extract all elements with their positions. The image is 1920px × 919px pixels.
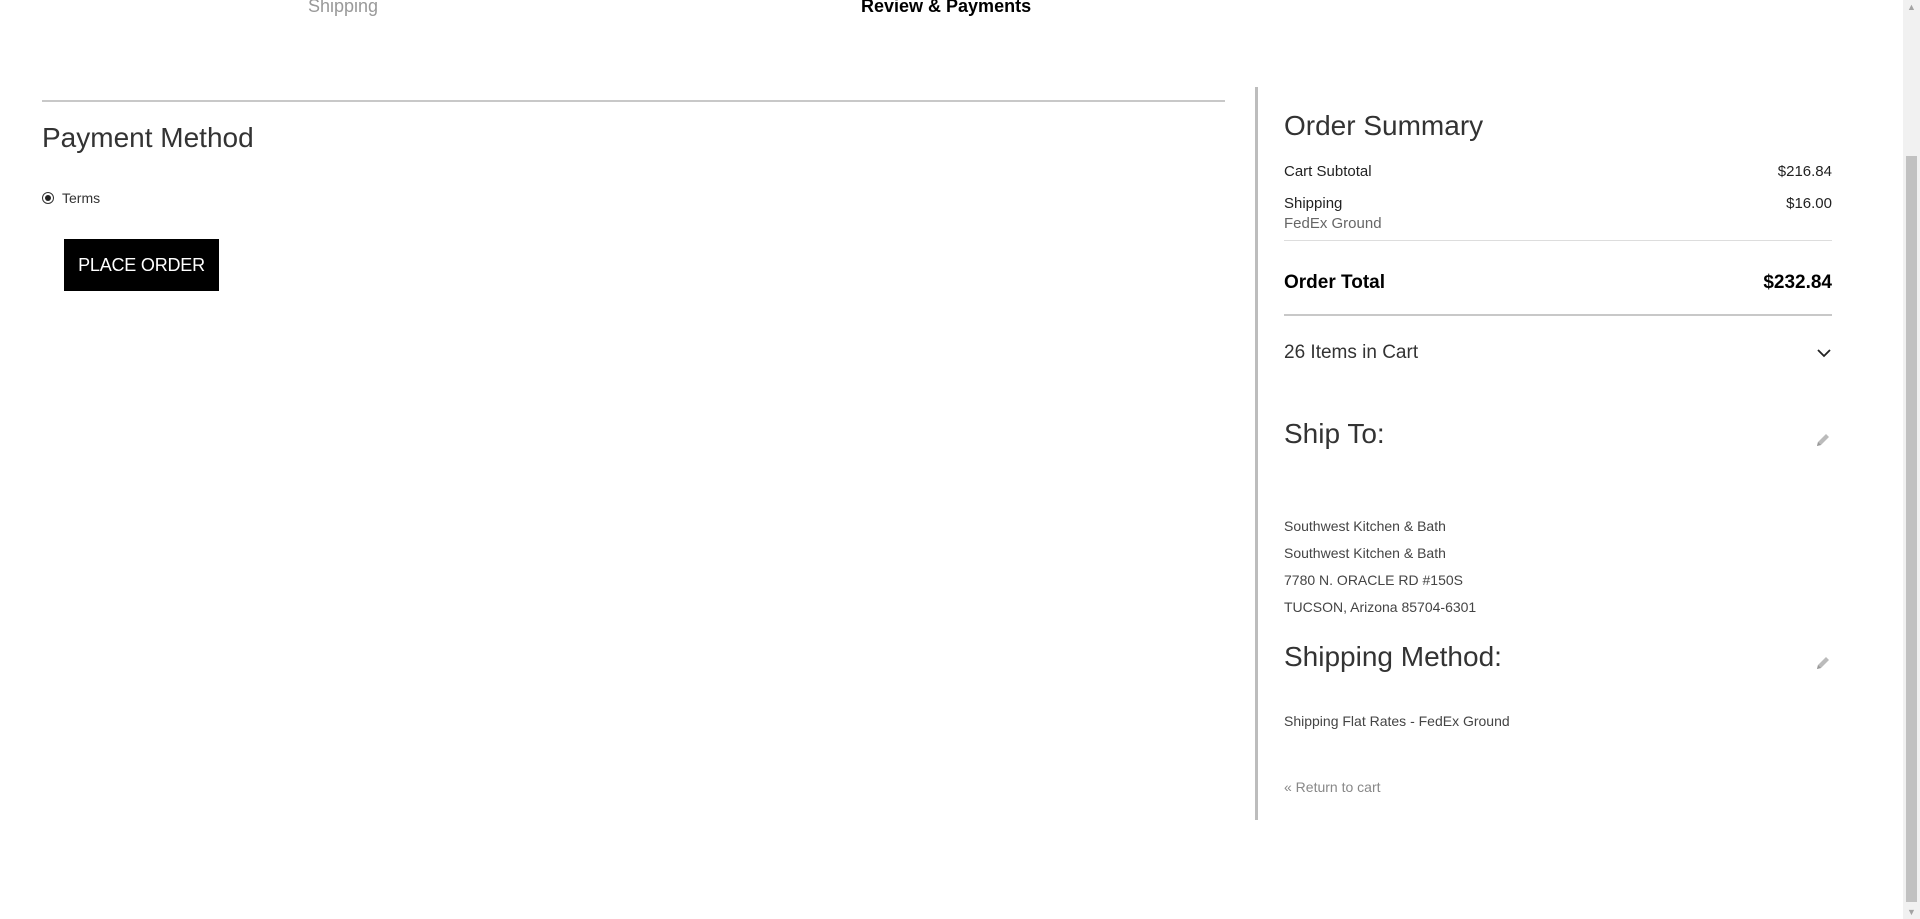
payment-divider [42,100,1225,102]
return-to-cart-link[interactable]: « Return to cart [1284,779,1381,795]
shipping-carrier: FedEx Ground [1284,215,1382,232]
address-line-3: 7780 N. ORACLE RD #150S [1284,572,1463,588]
step-shipping[interactable]: Shipping [308,0,378,17]
summary-divider [1284,240,1832,241]
scrollbar-thumb[interactable] [1906,156,1917,902]
order-total-label: Order Total [1284,272,1385,293]
order-total-row: Order Total $232.84 [1284,272,1832,294]
sidebar-border [1255,87,1258,820]
payment-option-terms[interactable]: Terms [42,190,100,206]
address-line-4: TUCSON, Arizona 85704-6301 [1284,599,1477,615]
ship-to-title: Ship To: [1284,418,1385,449]
radio-selected-icon[interactable] [42,192,54,204]
payment-method-title: Payment Method [42,122,254,153]
address-line-1: Southwest Kitchen & Bath [1284,518,1446,534]
order-total-value: $232.84 [1763,272,1832,293]
shipping-cost-label: Shipping [1284,195,1343,212]
total-divider [1284,314,1832,316]
scroll-down-icon[interactable]: ▼ [1907,907,1916,917]
payment-option-label: Terms [62,190,101,206]
place-order-button[interactable]: PLACE ORDER [64,239,219,291]
shipping-method-value: Shipping Flat Rates - FedEx Ground [1284,713,1510,729]
cart-subtotal-value: $216.84 [1777,163,1832,180]
pencil-icon[interactable] [1814,654,1832,672]
shipping-cost-row: Shipping $16.00 [1284,195,1832,212]
shipping-cost-value: $16.00 [1786,195,1832,212]
step-review-payments: Review & Payments [861,0,1032,16]
items-in-cart-label: 26 Items in Cart [1284,342,1419,363]
items-in-cart-toggle[interactable]: 26 Items in Cart [1284,342,1832,364]
cart-subtotal-row: Cart Subtotal $216.84 [1284,163,1832,180]
checkout-page: Shipping Review & Payments Payment Metho… [0,0,1920,919]
pencil-icon[interactable] [1814,431,1832,449]
address-line-2: Southwest Kitchen & Bath [1284,545,1446,561]
cart-subtotal-label: Cart Subtotal [1284,163,1372,180]
order-summary-title: Order Summary [1284,110,1484,141]
shipping-method-title: Shipping Method: [1284,641,1502,672]
scroll-up-icon[interactable]: ▲ [1907,2,1916,12]
radio-dot [45,195,51,201]
page-scrollbar[interactable]: ▲ ▼ [1903,0,1920,919]
chevron-down-icon[interactable] [1816,345,1832,361]
